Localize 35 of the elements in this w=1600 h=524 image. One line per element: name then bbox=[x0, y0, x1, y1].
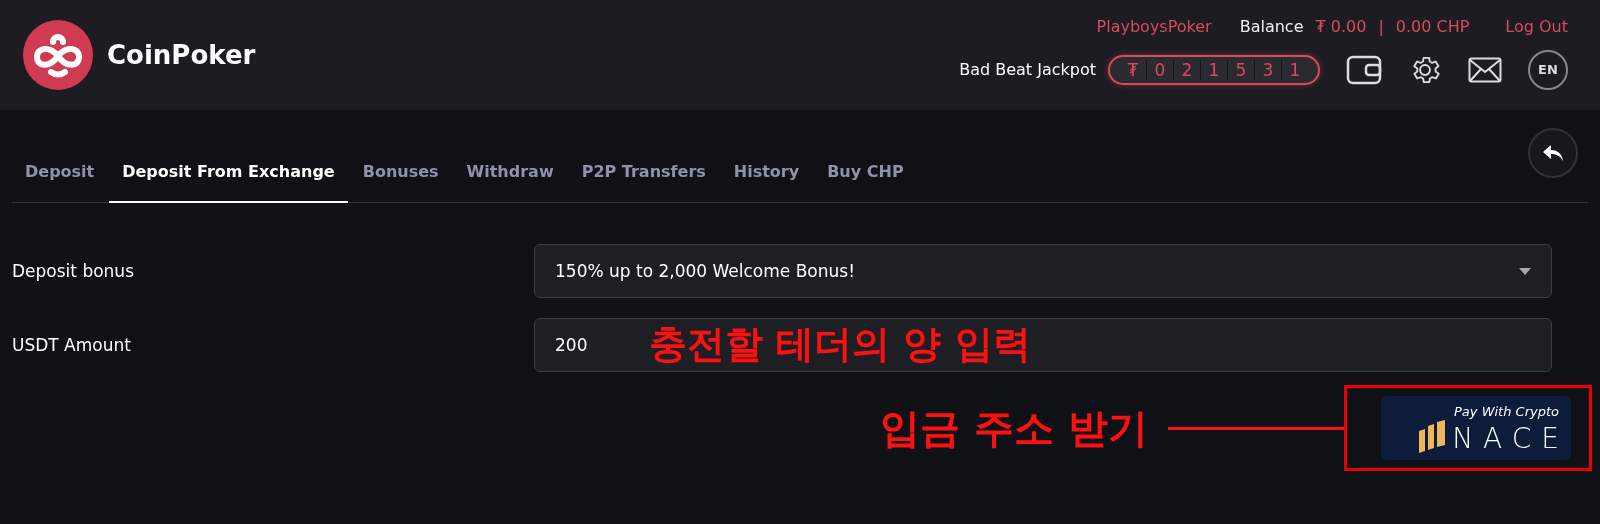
balance-chp: 0.00 CHP bbox=[1395, 16, 1470, 36]
tab[interactable]: Deposit bbox=[12, 152, 108, 202]
username-link[interactable]: PlayboysPoker bbox=[1096, 16, 1212, 36]
tab[interactable]: Deposit From Exchange bbox=[109, 152, 348, 203]
mail-icon[interactable] bbox=[1468, 56, 1502, 83]
bonus-dropdown[interactable]: 150% up to 2,000 Welcome Bonus! bbox=[534, 244, 1552, 298]
balance-label: Balance bbox=[1239, 16, 1304, 36]
caret-icon bbox=[1519, 267, 1531, 275]
language-button[interactable]: EN bbox=[1528, 49, 1568, 90]
jackpot-digit: 1 bbox=[1281, 59, 1308, 80]
reply-arrow-icon bbox=[1541, 143, 1565, 163]
tab[interactable]: Withdraw bbox=[453, 152, 567, 202]
jackpot-digit: 2 bbox=[1173, 59, 1200, 80]
tab[interactable]: P2P Transfers bbox=[568, 152, 719, 202]
logout-link[interactable]: Log Out bbox=[1505, 16, 1568, 36]
jackpot-digit: 5 bbox=[1227, 59, 1254, 80]
balance-separator: | bbox=[1378, 16, 1384, 36]
logo-text: CoinPoker bbox=[107, 40, 256, 70]
back-button[interactable] bbox=[1528, 128, 1578, 178]
annotation-text: 충전할 테더의 양 입력 bbox=[649, 321, 1031, 368]
balance-usdt: ₮ 0.00 bbox=[1315, 16, 1367, 36]
field-label: USDT Amount bbox=[12, 335, 132, 355]
tab[interactable]: Bonuses bbox=[349, 152, 452, 202]
jackpot-label: Bad Beat Jackpot bbox=[959, 60, 1096, 79]
tab[interactable]: History bbox=[720, 152, 813, 202]
logo-icon bbox=[23, 20, 93, 90]
annotation-text: 입금 주소 받기 bbox=[880, 403, 1148, 453]
jackpot-digit: ₮ bbox=[1126, 59, 1140, 80]
tab[interactable]: Buy CHP bbox=[814, 152, 917, 202]
field-label: Deposit bonus bbox=[12, 261, 135, 281]
jackpot-digit: 3 bbox=[1254, 59, 1281, 80]
wallet-icon[interactable] bbox=[1346, 54, 1382, 85]
pay-with-crypto-button[interactable]: Pay With Crypto NACE bbox=[1381, 396, 1571, 460]
jackpot-digit: 0 bbox=[1146, 59, 1173, 80]
jackpot-digit: 1 bbox=[1200, 59, 1227, 80]
